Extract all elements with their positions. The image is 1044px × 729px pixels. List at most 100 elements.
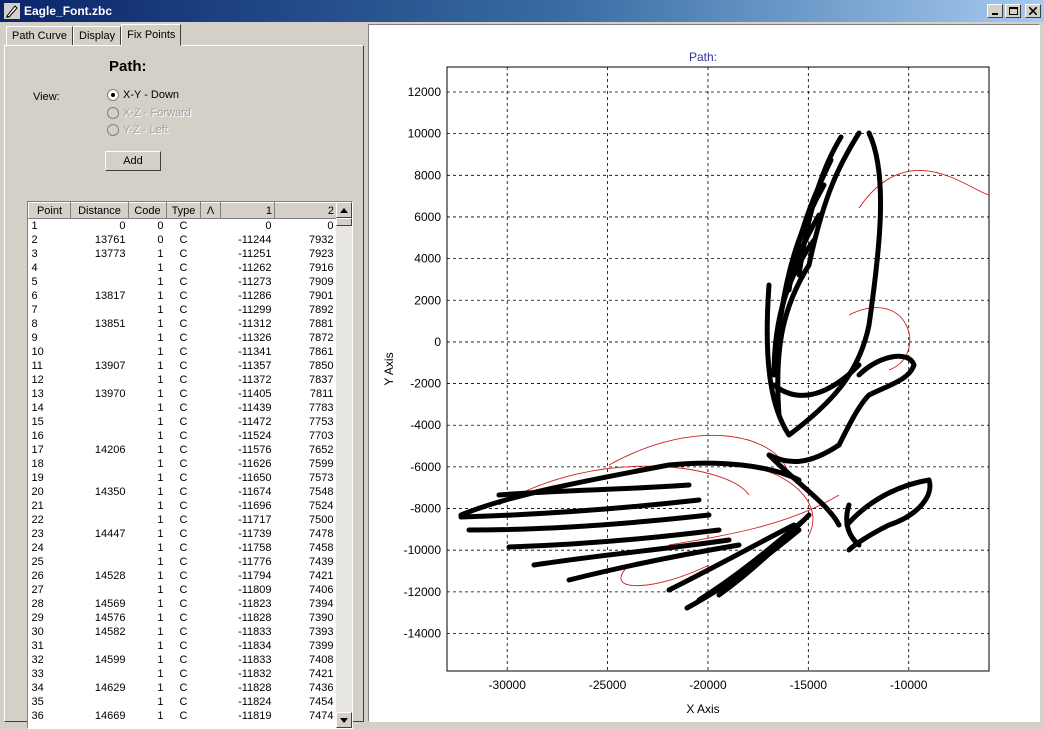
cell-distance[interactable]: 14669 bbox=[71, 709, 129, 723]
cell-x[interactable]: -11326 bbox=[221, 331, 275, 345]
cell-lambda[interactable] bbox=[201, 373, 221, 387]
cell-distance[interactable] bbox=[71, 303, 129, 317]
add-button[interactable]: Add bbox=[105, 151, 161, 171]
table-row[interactable]: 35 1 C -11824 7454 bbox=[29, 695, 337, 709]
cell-type[interactable]: C bbox=[167, 527, 201, 541]
cell-type[interactable]: C bbox=[167, 401, 201, 415]
table-row[interactable]: 32 14599 1 C -11833 7408 bbox=[29, 653, 337, 667]
cell-point[interactable]: 27 bbox=[29, 583, 71, 597]
table-row[interactable]: 25 1 C -11776 7439 bbox=[29, 555, 337, 569]
col-header-code[interactable]: Code bbox=[128, 202, 167, 219]
cell-type[interactable]: C bbox=[167, 513, 201, 527]
cell-code[interactable]: 1 bbox=[129, 303, 167, 317]
cell-y[interactable]: 7932 bbox=[275, 233, 337, 247]
cell-y[interactable]: 7500 bbox=[275, 513, 337, 527]
cell-type[interactable]: C bbox=[167, 415, 201, 429]
cell-lambda[interactable] bbox=[201, 499, 221, 513]
cell-y[interactable]: 7439 bbox=[275, 555, 337, 569]
cell-lambda[interactable] bbox=[201, 527, 221, 541]
cell-code[interactable]: 1 bbox=[129, 485, 167, 499]
cell-point[interactable]: 34 bbox=[29, 681, 71, 695]
cell-type[interactable]: C bbox=[167, 499, 201, 513]
cell-distance[interactable] bbox=[71, 499, 129, 513]
path-plot[interactable]: Path: -30000 -25000 -20000 -15000 -10000 120… bbox=[369, 25, 1039, 721]
maximize-button[interactable] bbox=[1005, 4, 1021, 18]
cell-y[interactable]: 7474 bbox=[275, 709, 337, 723]
cell-code[interactable]: 1 bbox=[129, 695, 167, 709]
cell-lambda[interactable] bbox=[201, 681, 221, 695]
cell-x[interactable]: -11262 bbox=[221, 261, 275, 275]
fix-points-grid[interactable]: Point Distance Code Type Λ 1 2 1 0 0 C 0 0 2 13… bbox=[27, 201, 353, 729]
cell-type[interactable]: C bbox=[167, 275, 201, 289]
cell-y[interactable]: 7573 bbox=[275, 471, 337, 485]
cell-y[interactable]: 7390 bbox=[275, 611, 337, 625]
cell-y[interactable]: 7599 bbox=[275, 457, 337, 471]
grid-scrollbar[interactable] bbox=[336, 202, 352, 728]
cell-y[interactable]: 7399 bbox=[275, 639, 337, 653]
cell-distance[interactable]: 13851 bbox=[71, 317, 129, 331]
cell-x[interactable]: -11696 bbox=[221, 499, 275, 513]
cell-distance[interactable]: 14528 bbox=[71, 569, 129, 583]
cell-y[interactable]: 7837 bbox=[275, 373, 337, 387]
cell-type[interactable]: C bbox=[167, 303, 201, 317]
cell-type[interactable]: C bbox=[167, 331, 201, 345]
cell-type[interactable]: C bbox=[167, 219, 201, 233]
cell-type[interactable]: C bbox=[167, 541, 201, 555]
scroll-up-button[interactable] bbox=[336, 202, 352, 218]
cell-type[interactable]: C bbox=[167, 597, 201, 611]
cell-point[interactable]: 23 bbox=[29, 527, 71, 541]
scroll-thumb[interactable] bbox=[336, 218, 352, 226]
cell-point[interactable]: 3 bbox=[29, 247, 71, 261]
cell-y[interactable]: 7916 bbox=[275, 261, 337, 275]
cell-point[interactable]: 20 bbox=[29, 485, 71, 499]
col-header-y[interactable]: 2 bbox=[274, 202, 337, 219]
cell-distance[interactable] bbox=[71, 261, 129, 275]
cell-x[interactable]: -11650 bbox=[221, 471, 275, 485]
cell-point[interactable]: 14 bbox=[29, 401, 71, 415]
cell-point[interactable]: 11 bbox=[29, 359, 71, 373]
cell-type[interactable]: C bbox=[167, 233, 201, 247]
cell-type[interactable]: C bbox=[167, 625, 201, 639]
table-row[interactable]: 11 13907 1 C -11357 7850 bbox=[29, 359, 337, 373]
cell-distance[interactable] bbox=[71, 373, 129, 387]
cell-distance[interactable] bbox=[71, 541, 129, 555]
table-row[interactable]: 20 14350 1 C -11674 7548 bbox=[29, 485, 337, 499]
cell-lambda[interactable] bbox=[201, 247, 221, 261]
cell-lambda[interactable] bbox=[201, 611, 221, 625]
cell-distance[interactable] bbox=[71, 639, 129, 653]
cell-x[interactable]: -11439 bbox=[221, 401, 275, 415]
table-row[interactable]: 5 1 C -11273 7909 bbox=[29, 275, 337, 289]
cell-distance[interactable] bbox=[71, 401, 129, 415]
cell-point[interactable]: 26 bbox=[29, 569, 71, 583]
table-row[interactable]: 13 13970 1 C -11405 7811 bbox=[29, 387, 337, 401]
table-row[interactable]: 16 1 C -11524 7703 bbox=[29, 429, 337, 443]
cell-x[interactable]: -11405 bbox=[221, 387, 275, 401]
cell-code[interactable]: 1 bbox=[129, 429, 167, 443]
table-row[interactable]: 31 1 C -11834 7399 bbox=[29, 639, 337, 653]
cell-lambda[interactable] bbox=[201, 471, 221, 485]
cell-distance[interactable]: 14576 bbox=[71, 611, 129, 625]
col-header-point[interactable]: Point bbox=[28, 202, 71, 219]
cell-point[interactable]: 25 bbox=[29, 555, 71, 569]
cell-distance[interactable]: 13761 bbox=[71, 233, 129, 247]
cell-x[interactable]: -11776 bbox=[221, 555, 275, 569]
table-row[interactable]: 4 1 C -11262 7916 bbox=[29, 261, 337, 275]
cell-y[interactable]: 7394 bbox=[275, 597, 337, 611]
tab-fix-points[interactable]: Fix Points bbox=[121, 24, 182, 46]
cell-point[interactable]: 31 bbox=[29, 639, 71, 653]
table-row[interactable]: 100C00 bbox=[29, 219, 337, 233]
cell-x[interactable]: -11626 bbox=[221, 457, 275, 471]
cell-x[interactable]: -11819 bbox=[221, 709, 275, 723]
cell-type[interactable]: C bbox=[167, 317, 201, 331]
cell-lambda[interactable] bbox=[201, 415, 221, 429]
cell-x[interactable]: -11823 bbox=[221, 597, 275, 611]
cell-x[interactable]: -11794 bbox=[221, 569, 275, 583]
cell-x[interactable]: -11717 bbox=[221, 513, 275, 527]
cell-code[interactable]: 1 bbox=[129, 513, 167, 527]
cell-y[interactable]: 7421 bbox=[275, 667, 337, 681]
table-row[interactable]: 33 1 C -11832 7421 bbox=[29, 667, 337, 681]
cell-code[interactable]: 1 bbox=[129, 317, 167, 331]
cell-code[interactable]: 1 bbox=[129, 667, 167, 681]
cell-type[interactable]: C bbox=[167, 611, 201, 625]
cell-y[interactable]: 7421 bbox=[275, 569, 337, 583]
